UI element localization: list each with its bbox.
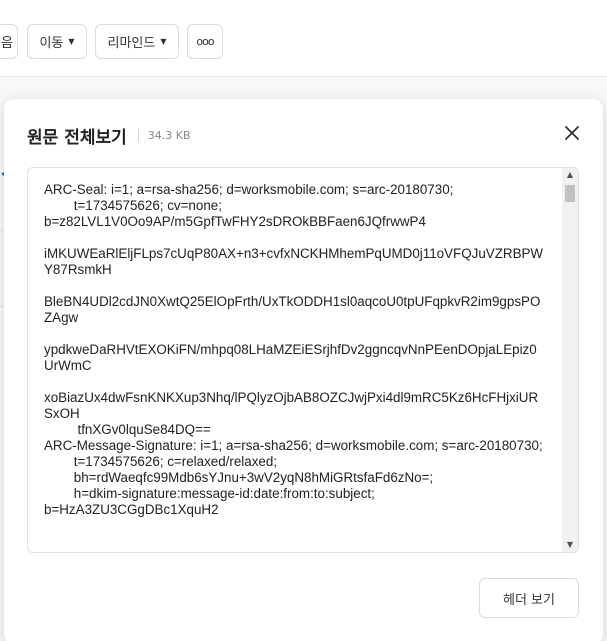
caret-down-icon: ▼	[68, 37, 75, 46]
caret-down-icon: ▼	[160, 37, 167, 46]
close-button[interactable]	[562, 123, 582, 143]
move-button-label: 이동	[39, 36, 64, 51]
scroll-up-icon[interactable]: ▲	[562, 168, 578, 182]
scroll-down-icon[interactable]: ▼	[562, 538, 578, 552]
remind-button[interactable]: 리마인드 ▼	[95, 24, 179, 59]
view-header-button[interactable]: 헤더 보기	[479, 578, 579, 618]
more-icon: ooo	[196, 35, 214, 48]
remind-button-label: 리마인드	[107, 36, 156, 51]
partial-button[interactable]: 음	[0, 24, 18, 59]
source-text: ARC-Seal: i=1; a=rsa-sha256; d=worksmobi…	[44, 182, 544, 517]
partial-button-label: 음	[1, 36, 13, 51]
source-text-area[interactable]: ARC-Seal: i=1; a=rsa-sha256; d=worksmobi…	[27, 167, 579, 553]
scrollbar-thumb[interactable]	[565, 185, 575, 202]
move-button[interactable]: 이동 ▼	[27, 24, 87, 59]
file-size: 34.3 KB	[147, 129, 191, 142]
close-icon	[565, 126, 579, 140]
mail-toolbar: 음 이동 ▼ 리마인드 ▼ ooo	[0, 0, 607, 77]
more-button[interactable]: ooo	[187, 24, 223, 59]
vertical-scrollbar[interactable]: ▲ ▼	[562, 168, 578, 552]
view-header-button-label: 헤더 보기	[503, 592, 555, 608]
modal-title: 원문 전체보기	[27, 128, 127, 148]
modal-header: 원문 전체보기 34.3 KB	[27, 123, 191, 148]
title-divider	[137, 129, 139, 142]
source-view-modal: 원문 전체보기 34.3 KB ARC-Seal: i=1; a=rsa-sha…	[4, 99, 603, 641]
